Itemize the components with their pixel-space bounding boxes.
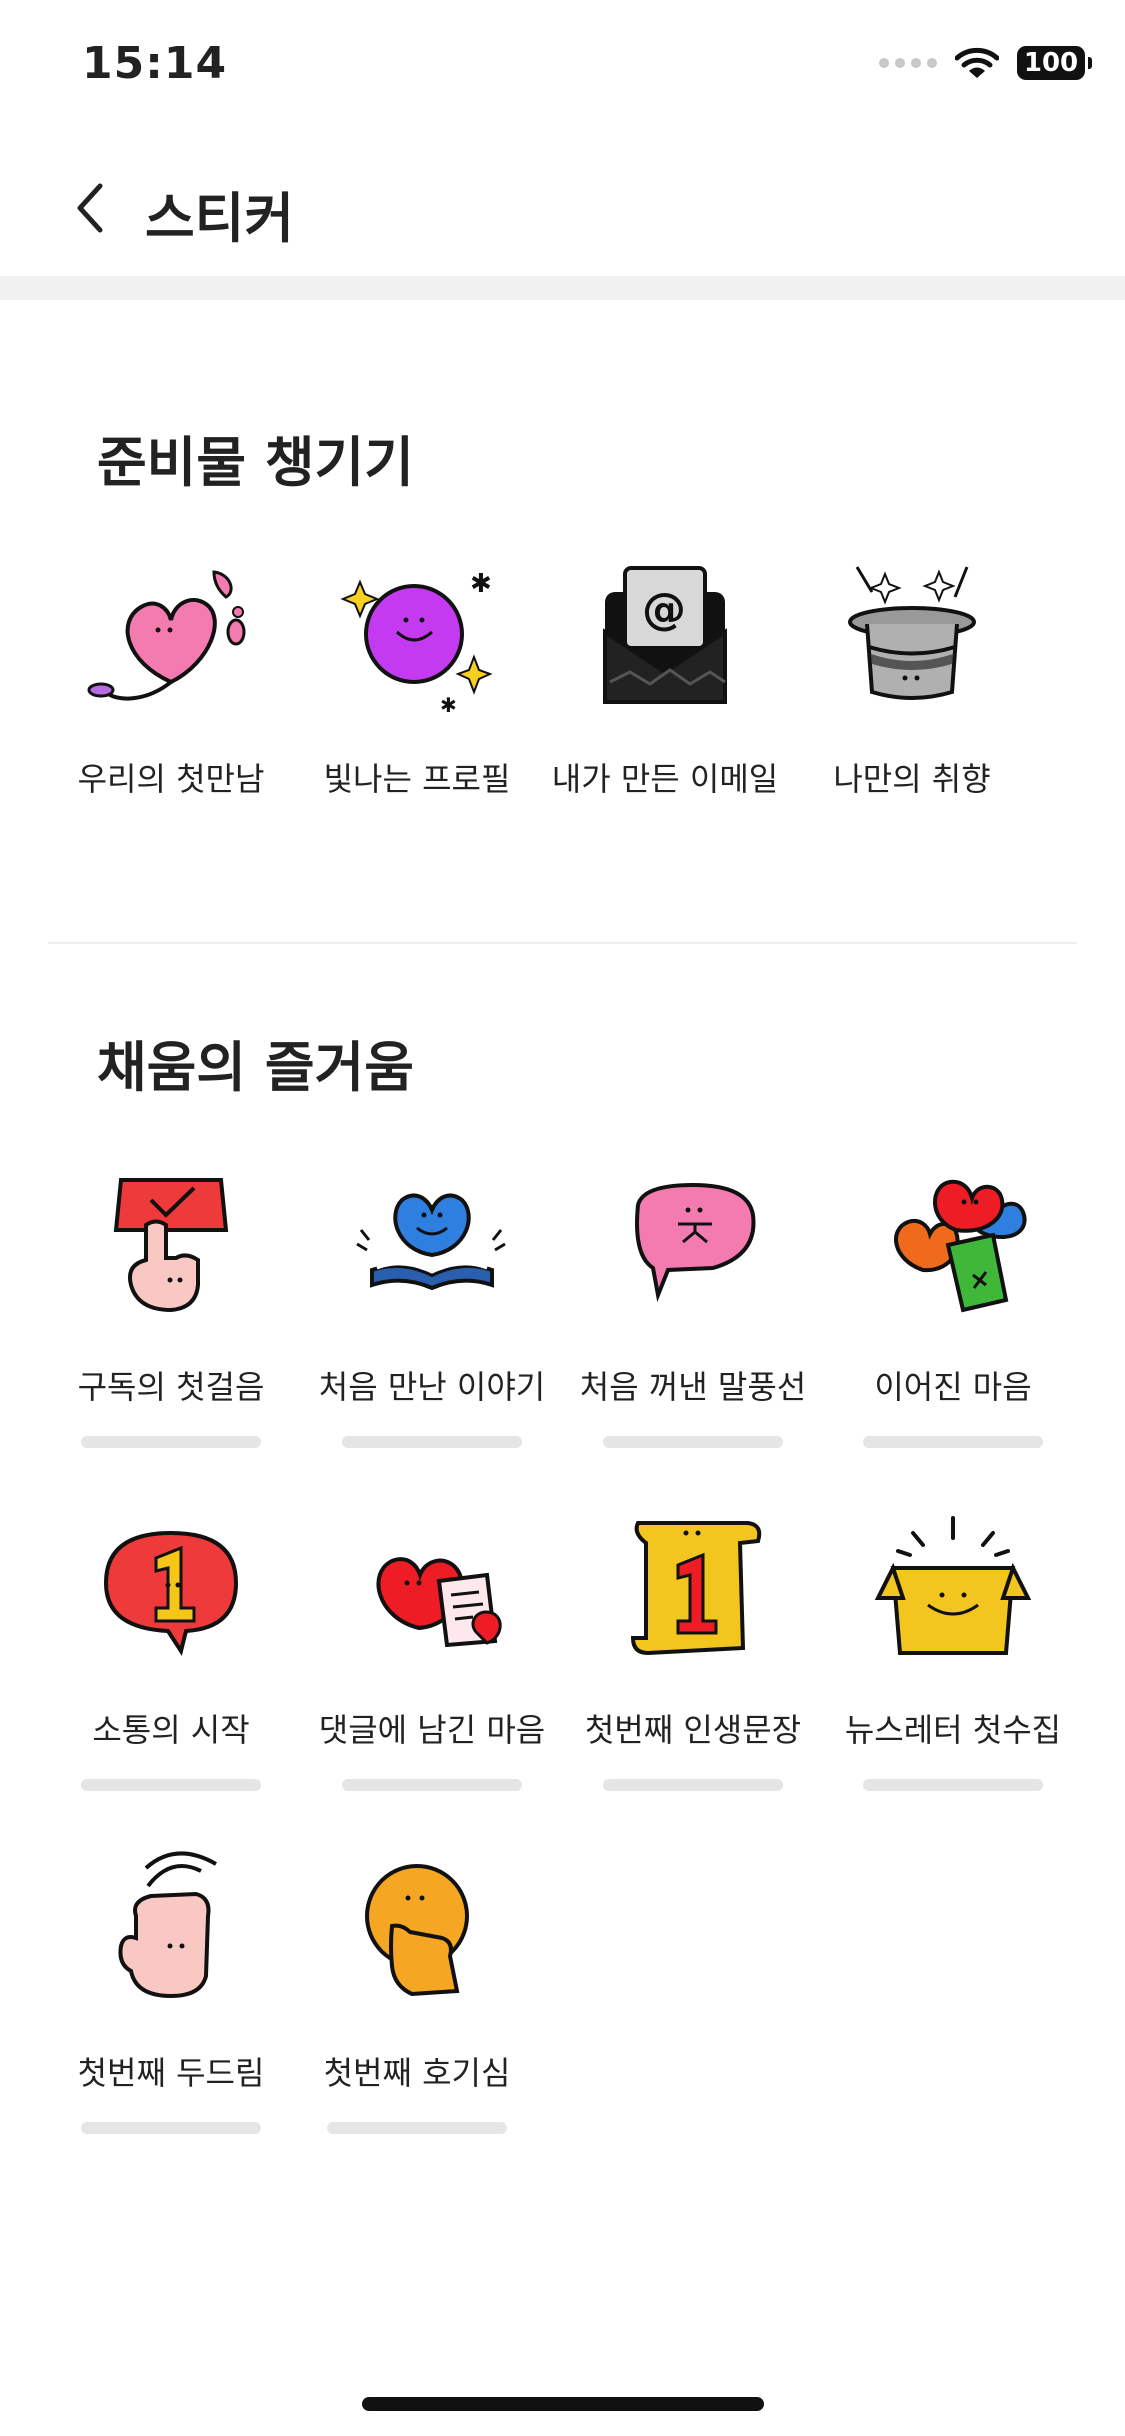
svg-text:✱: ✱ xyxy=(470,569,492,599)
sticker-label: 첫번째 인생문장 xyxy=(584,1711,802,1749)
colorful-hearts-sticker-icon xyxy=(868,1160,1038,1330)
progress-bar xyxy=(342,1436,522,1448)
red-bubble-number-one-sticker-icon xyxy=(86,1503,256,1673)
progress-bar xyxy=(603,1779,783,1791)
svg-text:@: @ xyxy=(642,584,686,635)
sticker-label: 이어진 마음 xyxy=(874,1368,1032,1406)
purple-sparkle-ball-sticker-icon: ✱ ✱ xyxy=(332,552,502,722)
pink-heart-sticker-icon xyxy=(86,552,256,722)
progress-bar xyxy=(863,1779,1043,1791)
header-divider xyxy=(0,276,1125,300)
wifi-icon xyxy=(955,47,999,78)
sticker-first-newsletter[interactable]: 뉴스레터 첫수집 xyxy=(823,1503,1083,1791)
progress-bar xyxy=(327,2122,507,2134)
pink-speech-bubble-sticker-icon xyxy=(608,1160,778,1330)
cellular-signal-icon xyxy=(879,58,937,68)
sticker-label: 댓글에 남긴 마음 xyxy=(318,1711,546,1749)
sticker-label: 빛나는 프로필 xyxy=(323,760,511,798)
sticker-label: 처음 꺼낸 말풍선 xyxy=(579,1368,807,1406)
red-heart-note-sticker-icon xyxy=(347,1503,517,1673)
sticker-first-knock[interactable]: 첫번째 두드림 xyxy=(41,1846,301,2134)
section-divider xyxy=(48,942,1077,944)
sticker-heart-in-comment[interactable]: 댓글에 남긴 마음 xyxy=(302,1503,562,1791)
status-time: 15:14 xyxy=(82,38,228,89)
yellow-box-sticker-icon xyxy=(868,1503,1038,1673)
section-title-joy-of-filling: 채움의 즐거움 xyxy=(97,1036,414,1099)
progress-bar xyxy=(603,1436,783,1448)
sticker-my-taste[interactable]: 나만의 취향 xyxy=(782,552,1042,800)
sticker-label: 뉴스레터 첫수집 xyxy=(844,1711,1062,1749)
sticker-first-subscription[interactable]: 구독의 첫걸음 xyxy=(41,1160,301,1448)
sticker-connected-hearts[interactable]: 이어진 마음 xyxy=(823,1160,1083,1448)
home-indicator[interactable] xyxy=(362,2397,764,2411)
progress-bar xyxy=(81,1779,261,1791)
sticker-start-communication[interactable]: 소통의 시작 xyxy=(41,1503,301,1791)
progress-bar xyxy=(81,2122,261,2134)
sticker-my-email[interactable]: @ 내가 만든 이메일 xyxy=(535,552,795,800)
progress-bar xyxy=(342,1779,522,1791)
blue-heart-book-sticker-icon xyxy=(347,1160,517,1330)
sticker-label: 첫번째 호기심 xyxy=(323,2054,511,2092)
sticker-label: 처음 만난 이야기 xyxy=(318,1368,546,1406)
chevron-left-icon xyxy=(77,183,103,233)
status-bar: 15:14 100 xyxy=(0,0,1125,140)
sticker-label: 나만의 취향 xyxy=(833,760,991,798)
sticker-first-story[interactable]: 처음 만난 이야기 xyxy=(302,1160,562,1448)
sticker-first-meeting[interactable]: 우리의 첫만남 xyxy=(41,552,301,800)
status-icons: 100 xyxy=(879,46,1092,80)
svg-text:✱: ✱ xyxy=(440,693,457,717)
page-title: 스티커 xyxy=(145,187,295,250)
black-email-envelope-sticker-icon: @ xyxy=(580,552,750,722)
sticker-first-life-sentence[interactable]: 첫번째 인생문장 xyxy=(563,1503,823,1791)
battery-indicator: 100 xyxy=(1017,46,1092,80)
progress-bar xyxy=(81,1436,261,1448)
magic-hat-sticker-icon xyxy=(827,552,997,722)
curious-yellow-face-sticker-icon xyxy=(332,1846,502,2016)
sticker-shining-profile[interactable]: ✱ ✱ 빛나는 프로필 xyxy=(287,552,547,800)
sticker-first-speech-bubble[interactable]: 처음 꺼낸 말풍선 xyxy=(563,1160,823,1448)
knocking-hand-sticker-icon xyxy=(86,1846,256,2016)
progress-bar xyxy=(863,1436,1043,1448)
sticker-label: 구독의 첫걸음 xyxy=(77,1368,265,1406)
yellow-scroll-number-one-sticker-icon xyxy=(608,1503,778,1673)
sticker-first-curiosity[interactable]: 첫번째 호기심 xyxy=(287,1846,547,2134)
back-button[interactable] xyxy=(52,170,128,246)
section-title-preparation: 준비물 챙기기 xyxy=(97,431,414,494)
sticker-label: 내가 만든 이메일 xyxy=(551,760,779,798)
sticker-label: 우리의 첫만남 xyxy=(77,760,265,798)
subscribe-button-finger-sticker-icon xyxy=(86,1160,256,1330)
sticker-label: 소통의 시작 xyxy=(92,1711,250,1749)
navigation-bar: 스티커 xyxy=(0,140,1125,276)
sticker-label: 첫번째 두드림 xyxy=(77,2054,265,2092)
